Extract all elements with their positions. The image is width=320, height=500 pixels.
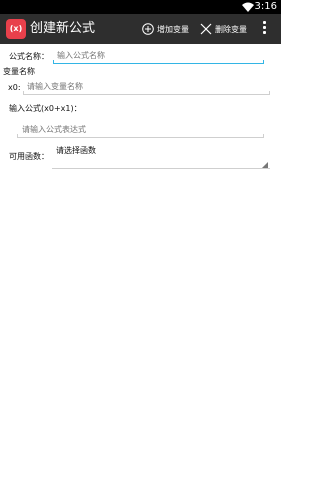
add-variable-button[interactable]: 增加变量 [142, 14, 189, 44]
status-time: 3:16 [254, 1, 277, 12]
formula-expression-label: 输入公式(x0+x1)： [9, 104, 82, 113]
overflow-menu-icon[interactable] [261, 21, 267, 37]
delete-variable-button[interactable]: 删除变量 [200, 14, 247, 44]
formula-name-input[interactable] [55, 51, 265, 63]
wifi-icon [242, 2, 254, 12]
functions-spinner-value: 请选择函数 [56, 146, 96, 155]
underline-cap-left [53, 60, 54, 63]
x0-label: x0: [8, 83, 21, 92]
plus-circle-icon [142, 23, 154, 35]
action-bar: (x) 创建新公式 增加变量 删除变量 [0, 14, 281, 44]
variable-name-heading: 变量名称 [3, 67, 35, 76]
underline-cap-right [269, 91, 270, 94]
underline-cap-left [17, 134, 18, 137]
add-variable-label: 增加变量 [157, 24, 189, 34]
available-functions-label: 可用函数： [9, 152, 49, 161]
page-title: 创建新公式 [30, 21, 96, 36]
underline-cap-left [23, 91, 24, 94]
functions-spinner[interactable]: 请选择函数 [52, 142, 270, 170]
status-bar: 3:16 [0, 0, 281, 14]
underline-cap-right [263, 134, 264, 137]
dropdown-triangle-icon [262, 162, 268, 168]
app-logo-icon[interactable]: (x) [6, 19, 26, 39]
underline-cap-right [263, 60, 264, 63]
x0-underline [23, 94, 270, 95]
delete-variable-label: 删除变量 [215, 24, 247, 34]
formula-expression-input[interactable] [20, 125, 262, 137]
formula-name-underline [53, 63, 264, 64]
formula-expression-underline [17, 137, 264, 138]
close-icon [200, 23, 212, 35]
screen: 3:16 (x) 创建新公式 增加变量 删除变量 公式名称： 输入公式名称 变量… [0, 0, 281, 500]
formula-name-label: 公式名称： [9, 52, 49, 61]
x0-variable-input[interactable] [25, 82, 267, 94]
functions-spinner-underline [52, 168, 270, 169]
